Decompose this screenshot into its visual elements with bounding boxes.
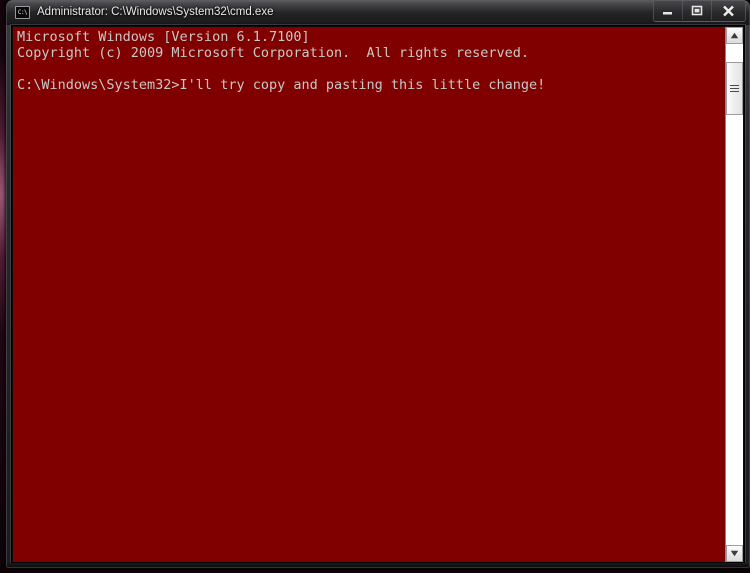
minimize-button[interactable]: [654, 1, 683, 20]
scroll-up-arrow-icon[interactable]: [726, 27, 743, 44]
scrollbar-grip-icon: [730, 85, 739, 92]
window-bottom-edge: [6, 563, 750, 568]
scrollbar-track[interactable]: [726, 44, 743, 545]
cmd-app-icon[interactable]: C:\: [15, 6, 30, 19]
close-button[interactable]: [712, 1, 745, 20]
console-text: Microsoft Windows [Version 6.1.7100] Cop…: [17, 29, 546, 93]
window-titlebar[interactable]: C:\ Administrator: C:\Windows\System32\c…: [6, 0, 750, 25]
scroll-down-arrow-icon[interactable]: [726, 545, 743, 562]
console-output-surface[interactable]: Microsoft Windows [Version 6.1.7100] Cop…: [13, 27, 726, 562]
window-title: Administrator: C:\Windows\System32\cmd.e…: [37, 6, 274, 18]
window-controls: [653, 1, 746, 22]
scrollbar-thumb[interactable]: [726, 62, 743, 115]
maximize-button[interactable]: [683, 1, 712, 20]
vertical-scrollbar[interactable]: [725, 27, 743, 562]
console-client-area: Microsoft Windows [Version 6.1.7100] Cop…: [11, 25, 745, 563]
command-prompt-window: C:\ Administrator: C:\Windows\System32\c…: [6, 0, 750, 568]
